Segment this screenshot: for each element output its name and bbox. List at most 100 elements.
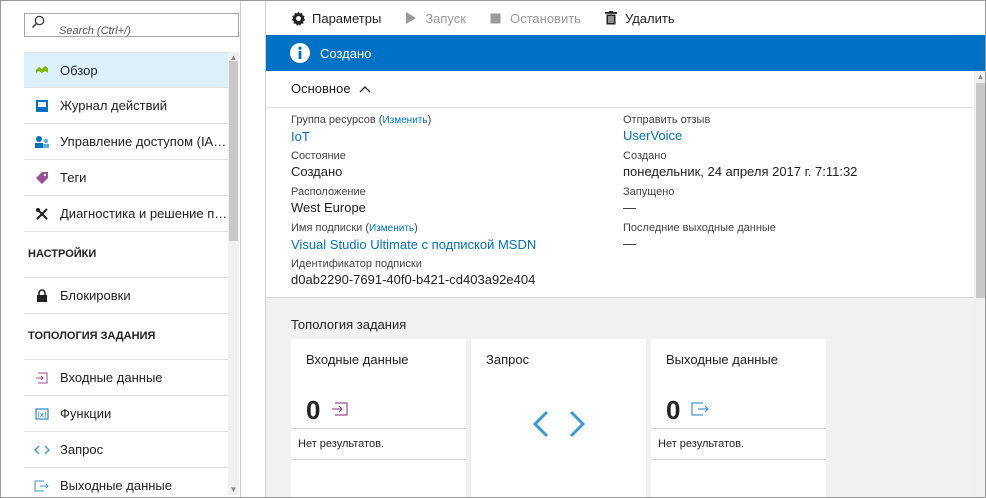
sidebar: Обзор Журнал действий Управление доступо… [1, 1, 241, 497]
created-label: Создано [623, 150, 667, 162]
field-status: Состояние Создано [291, 149, 611, 185]
function-icon: (x) [34, 406, 50, 422]
essentials-title: Основное [291, 81, 351, 96]
location-label: Расположение [291, 186, 366, 198]
activity-log-icon [34, 98, 50, 114]
started-value: — [623, 200, 636, 215]
status-label: Состояние [291, 150, 346, 162]
outputs-tile[interactable]: Выходные данные 0 Нет результатов. [651, 339, 826, 497]
resource-group-change-link[interactable]: Изменить [382, 115, 427, 126]
outputs-count: 0 [666, 395, 681, 425]
divider [651, 428, 826, 429]
field-last-output: Последние выходные данные — [623, 221, 963, 257]
tag-icon [34, 170, 50, 186]
query-code-icon [532, 410, 586, 438]
uservoice-link[interactable]: UserVoice [623, 127, 963, 145]
divider [651, 459, 826, 460]
location-value: West Europe [291, 200, 366, 215]
main-scrollbar[interactable]: ▲ [974, 71, 985, 497]
delete-button[interactable]: Удалить [603, 10, 675, 26]
sidebar-item-label: Выходные данные [60, 478, 173, 493]
sidebar-item-label: Запрос [60, 442, 104, 457]
query-tile[interactable]: Запрос [471, 339, 646, 497]
search-input[interactable] [59, 24, 229, 38]
stop-button[interactable]: Остановить [488, 10, 581, 26]
inputs-tile[interactable]: Входные данные 0 Нет результатов. [291, 339, 466, 497]
sidebar-item-label: Функции [60, 406, 112, 421]
last-output-value: — [623, 236, 636, 251]
subscription-id-value: d0ab2290-7691-40f0-b421-cd403a92e404 [291, 272, 536, 287]
field-created: Создано понедельник, 24 апреля 2017 г. 7… [623, 149, 963, 185]
sidebar-item-label: Журнал действий [60, 98, 168, 113]
field-subscription-id: Идентификатор подписки d0ab2290-7691-40f… [291, 257, 611, 293]
sidebar-item-label: Обзор [60, 62, 98, 78]
subscription-id-label: Идентификатор подписки [291, 258, 422, 270]
play-icon [403, 10, 419, 26]
settings-button[interactable]: Параметры [290, 10, 381, 26]
field-feedback: Отправить отзыв UserVoice [623, 113, 963, 149]
outputs-tile-title: Выходные данные [666, 352, 779, 367]
subscription-change-link[interactable]: Изменить [369, 223, 414, 234]
app-window: Обзор Журнал действий Управление доступо… [0, 0, 986, 498]
section-header-settings: НАСТРОЙКИ [24, 232, 228, 278]
wrench-icon [34, 206, 50, 222]
sidebar-item-overview[interactable]: Обзор [24, 52, 228, 88]
lock-icon [34, 288, 50, 304]
query-icon [34, 442, 50, 458]
sidebar-item-activity-log[interactable]: Журнал действий [24, 88, 228, 124]
search-icon [32, 15, 45, 28]
subscription-label: Имя подписки [291, 222, 363, 234]
sidebar-item-diagnose[interactable]: Диагностика и решение про... [24, 196, 228, 232]
status-banner: Создано [266, 35, 985, 71]
sidebar-item-tags[interactable]: Теги [24, 160, 228, 196]
main-scroll-thumb[interactable] [976, 83, 985, 298]
stop-icon [488, 10, 504, 26]
scroll-up-icon[interactable]: ▲ [976, 72, 985, 81]
topology-title: Топология задания [291, 317, 407, 332]
resource-group-link[interactable]: IoT [291, 128, 611, 146]
scroll-down-icon[interactable]: ▼ [229, 485, 238, 494]
created-value: понедельник, 24 апреля 2017 г. 7:11:32 [623, 164, 858, 179]
sidebar-item-iam[interactable]: Управление доступом (IAM) [24, 124, 228, 160]
output-icon [34, 478, 50, 494]
sidebar-item-inputs[interactable]: Входные данные [24, 360, 228, 396]
stop-label: Остановить [509, 10, 581, 26]
inputs-tile-title: Входные данные [306, 352, 409, 367]
field-location: Расположение West Europe [291, 185, 611, 221]
sidebar-item-label: Блокировки [60, 288, 131, 303]
gear-icon [290, 10, 306, 26]
field-subscription: Имя подписки (Изменить) Visual Studio Ul… [291, 221, 611, 257]
section-header-topology: ТОПОЛОГИЯ ЗАДАНИЯ [24, 314, 228, 360]
search-box[interactable] [24, 13, 239, 38]
status-value: Создано [291, 164, 343, 179]
sidebar-item-label: Диагностика и решение про... [60, 206, 228, 221]
essentials-panel: Основное Группа ресурсов (Изменить) IoT … [266, 71, 974, 298]
field-label: Имя подписки (Изменить) [291, 222, 418, 234]
outputs-empty-text: Нет результатов. [658, 438, 744, 450]
start-button[interactable]: Запуск [403, 10, 466, 26]
essentials-toggle[interactable]: Основное [291, 81, 371, 96]
field-started: Запущено — [623, 185, 963, 221]
sidebar-item-locks[interactable]: Блокировки [24, 278, 228, 314]
essentials-left-column: Группа ресурсов (Изменить) IoT Состояние… [291, 113, 611, 293]
sidebar-item-label: Теги [60, 170, 87, 185]
sidebar-item-outputs[interactable]: Выходные данные [24, 468, 228, 497]
input-icon [34, 370, 50, 386]
inputs-empty-text: Нет результатов. [298, 438, 384, 450]
subscription-link[interactable]: Visual Studio Ultimate с подпиской MSDN [291, 236, 611, 254]
last-output-label: Последние выходные данные [623, 222, 776, 234]
sidebar-item-query[interactable]: Запрос [24, 432, 228, 468]
sidebar-nav: Обзор Журнал действий Управление доступо… [24, 52, 228, 497]
inputs-count: 0 [306, 395, 321, 425]
output-icon [691, 402, 709, 416]
sidebar-item-functions[interactable]: (x) Функции [24, 396, 228, 432]
panel-splitter [241, 1, 266, 497]
divider [291, 428, 466, 429]
overview-icon [34, 62, 50, 78]
feedback-label: Отправить отзыв [623, 114, 711, 126]
access-control-icon [34, 134, 50, 150]
delete-label: Удалить [624, 10, 675, 26]
divider [291, 459, 466, 460]
main-panel: Параметры Запуск Остановить Удалить Созд… [266, 1, 985, 497]
sidebar-scroll-thumb[interactable] [229, 61, 238, 241]
